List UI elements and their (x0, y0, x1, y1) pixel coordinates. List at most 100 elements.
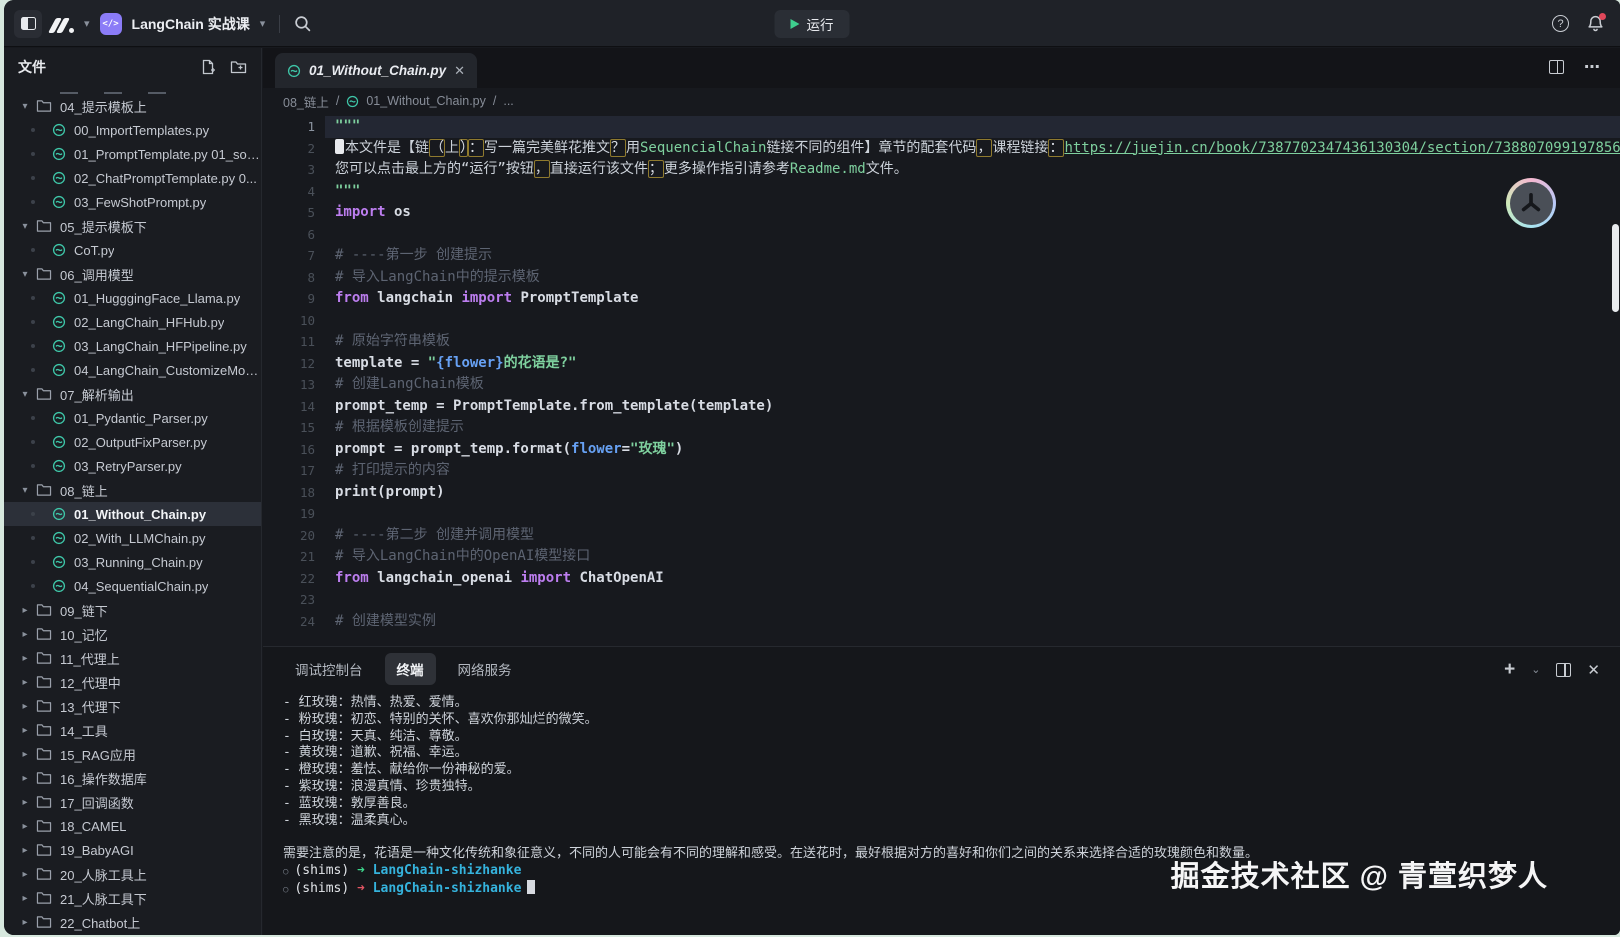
tree-folder-12_代理中[interactable]: ▸12_代理中 (4, 670, 261, 694)
terminal-line: - 粉玫瑰：初恋、特别的关怀、喜欢你那灿烂的微笑。 (283, 712, 1620, 729)
split-panel-icon[interactable] (1556, 663, 1571, 677)
tree-folder-04_提示模板上[interactable]: ▾04_提示模板上 (4, 94, 261, 118)
terminal-line: - 黑玫瑰：温柔真心。 (283, 813, 1620, 830)
breadcrumb-folder[interactable]: 08_链上 (283, 92, 329, 111)
chevron-right-icon: ▸ (18, 917, 32, 928)
tree-file-01_Pydantic_Parser.py[interactable]: 01_Pydantic_Parser.py (4, 406, 261, 430)
tree-file-03_RetryParser.py[interactable]: 03_RetryParser.py (4, 454, 261, 478)
tree-folder-15_RAG应用[interactable]: ▸15_RAG应用 (4, 742, 261, 766)
tree-folder-07_解析输出[interactable]: ▾07_解析输出 (4, 382, 261, 406)
panel-tab-终端[interactable]: 终端 (385, 653, 436, 685)
more-actions-icon[interactable]: ⋯ (1584, 57, 1602, 77)
breadcrumb-file[interactable]: 01_Without_Chain.py (366, 94, 486, 108)
terminal-dropdown-chevron-icon[interactable]: ⌄ (1531, 663, 1540, 676)
marscode-logo[interactable] (52, 15, 74, 33)
folder-icon (36, 915, 52, 929)
project-name[interactable]: LangChain 实战课 (132, 14, 250, 34)
python-file-icon (52, 171, 66, 185)
terminal-line: - 黄玫瑰：道歉、祝福、幸运。 (283, 745, 1620, 762)
logo-chevron-down-icon[interactable]: ▾ (84, 17, 90, 30)
editor-area[interactable]: 01_Without_Chain.py ✕ ⋯ 08_链上 / 01_Witho… (263, 48, 1620, 645)
tree-folder-09_链下[interactable]: ▸09_链下 (4, 598, 261, 622)
tree-file-CoT.py[interactable]: CoT.py (4, 238, 261, 262)
python-file-icon (52, 123, 66, 137)
chevron-right-icon: ▸ (18, 605, 32, 616)
code-line-13: 13# 创建LangChain模板 (263, 374, 1620, 396)
tree-file-02_OutputFixParser.py[interactable]: 02_OutputFixParser.py (4, 430, 261, 454)
tree-folder-08_链上[interactable]: ▾08_链上 (4, 478, 261, 502)
code-line-11: 11# 原始字符串模板 (263, 331, 1620, 353)
terminal-line: - 蓝玫瑰：敦厚善良。 (283, 796, 1620, 813)
code-line-17: 17# 打印提示的内容 (263, 460, 1620, 482)
prompt-decoration-icon: ○ (283, 867, 288, 877)
tree-folder-22_Chatbot上[interactable]: ▸22_Chatbot上 (4, 910, 261, 934)
new-file-icon[interactable] (200, 59, 216, 75)
tree-folder-06_调用模型[interactable]: ▾06_调用模型 (4, 262, 261, 286)
tree-file-04_LangChain_CustomizeMod...[interactable]: 04_LangChain_CustomizeMod... (4, 358, 261, 382)
folder-icon (36, 651, 52, 665)
tree-folder-16_操作数据库[interactable]: ▸16_操作数据库 (4, 766, 261, 790)
panel-tab-网络服务[interactable]: 网络服务 (446, 653, 524, 685)
tree-file-02_With_LLMChain.py[interactable]: 02_With_LLMChain.py (4, 526, 261, 550)
tree-file-01_HugggingFace_Llama.py[interactable]: 01_HugggingFace_Llama.py (4, 286, 261, 310)
terminal-output[interactable]: - 红玫瑰：热情、热爱、爱情。- 粉玫瑰：初恋、特别的关怀、喜欢你那灿烂的微笑。… (263, 695, 1620, 935)
breadcrumb-symbol[interactable]: ... (503, 94, 513, 108)
python-file-icon (52, 291, 66, 305)
modified-dot (31, 416, 35, 420)
close-panel-icon[interactable]: ✕ (1587, 661, 1600, 679)
tree-folder-13_代理下[interactable]: ▸13_代理下 (4, 694, 261, 718)
split-editor-icon[interactable] (1549, 60, 1564, 74)
code-line-7: 7# ----第一步 创建提示 (263, 245, 1620, 267)
tree-file-03_FewShotPrompt.py[interactable]: 03_FewShotPrompt.py (4, 190, 261, 214)
help-icon[interactable]: ? (1552, 15, 1569, 32)
run-label: 运行 (807, 14, 834, 34)
python-file-icon (52, 555, 66, 569)
tree-file-01_PromptTemplate.py 01_sof...[interactable]: 01_PromptTemplate.py 01_sof... (4, 142, 261, 166)
tree-folder-18_CAMEL[interactable]: ▸18_CAMEL (4, 814, 261, 838)
code-line-20: 20# ----第二步 创建并调用模型 (263, 525, 1620, 547)
tree-folder-11_代理上[interactable]: ▸11_代理上 (4, 646, 261, 670)
tree-file-04_SequentialChain.py[interactable]: 04_SequentialChain.py (4, 574, 261, 598)
modified-dot (31, 440, 35, 444)
tree-folder-05_提示模板下[interactable]: ▾05_提示模板下 (4, 214, 261, 238)
folder-icon (36, 867, 52, 881)
run-button[interactable]: 运行 (775, 10, 850, 38)
tree-file-03_LangChain_HFPipeline.py[interactable]: 03_LangChain_HFPipeline.py (4, 334, 261, 358)
notification-dot (1599, 13, 1606, 20)
tree-folder-19_BabyAGI[interactable]: ▸19_BabyAGI (4, 838, 261, 862)
tree-file-02_LangChain_HFHub.py[interactable]: 02_LangChain_HFHub.py (4, 310, 261, 334)
breadcrumb: 08_链上 / 01_Without_Chain.py / ... (263, 88, 1620, 114)
panel-tab-调试控制台[interactable]: 调试控制台 (283, 653, 375, 685)
new-terminal-icon[interactable]: + (1504, 660, 1515, 679)
modified-dot (31, 176, 35, 180)
chevron-down-icon: ▾ (18, 389, 32, 400)
notifications-bell-icon[interactable] (1587, 15, 1604, 33)
tree-file-02_ChatPromptTemplate.py 0...[interactable]: 02_ChatPromptTemplate.py 0... (4, 166, 261, 190)
folder-icon (36, 627, 52, 641)
tree-folder-14_工具[interactable]: ▸14_工具 (4, 718, 261, 742)
project-chevron-down-icon[interactable]: ▾ (260, 17, 266, 30)
tree-file-01_Without_Chain.py[interactable]: 01_Without_Chain.py (4, 502, 261, 526)
tree-folder-21_人脉工具下[interactable]: ▸21_人脉工具下 (4, 886, 261, 910)
new-folder-icon[interactable] (230, 59, 247, 75)
tree-folder-20_人脉工具上[interactable]: ▸20_人脉工具上 (4, 862, 261, 886)
code-line-5: 5import os (263, 202, 1620, 224)
python-file-icon (287, 64, 301, 78)
tree-folder-17_回调函数[interactable]: ▸17_回调函数 (4, 790, 261, 814)
search-icon[interactable] (294, 15, 311, 32)
tree-folder-10_记忆[interactable]: ▸10_记忆 (4, 622, 261, 646)
chevron-down-icon: ▾ (18, 101, 32, 112)
python-file-icon (346, 95, 359, 108)
chevron-right-icon: ▸ (18, 773, 32, 784)
tree-file-00_ImportTemplates.py[interactable]: 00_ImportTemplates.py (4, 118, 261, 142)
toggle-sidebar-button[interactable] (14, 10, 42, 38)
terminal-line: - 白玫瑰：天真、纯洁、尊敬。 (283, 729, 1620, 746)
code-line-9: 9from langchain import PromptTemplate (263, 288, 1620, 310)
prompt-decoration-icon: ○ (283, 885, 288, 895)
tab-01-without-chain[interactable]: 01_Without_Chain.py ✕ (275, 53, 477, 88)
terminal-line: - 紫玫瑰：浪漫真情、珍贵独特。 (283, 779, 1620, 796)
tree-file-03_Running_Chain.py[interactable]: 03_Running_Chain.py (4, 550, 261, 574)
tab-close-icon[interactable]: ✕ (454, 63, 465, 79)
code-view[interactable]: 1"""2本文件是【链（上）：写一篇完美鲜花推文？用SequencialChai… (263, 116, 1620, 645)
modified-dot (31, 560, 35, 564)
